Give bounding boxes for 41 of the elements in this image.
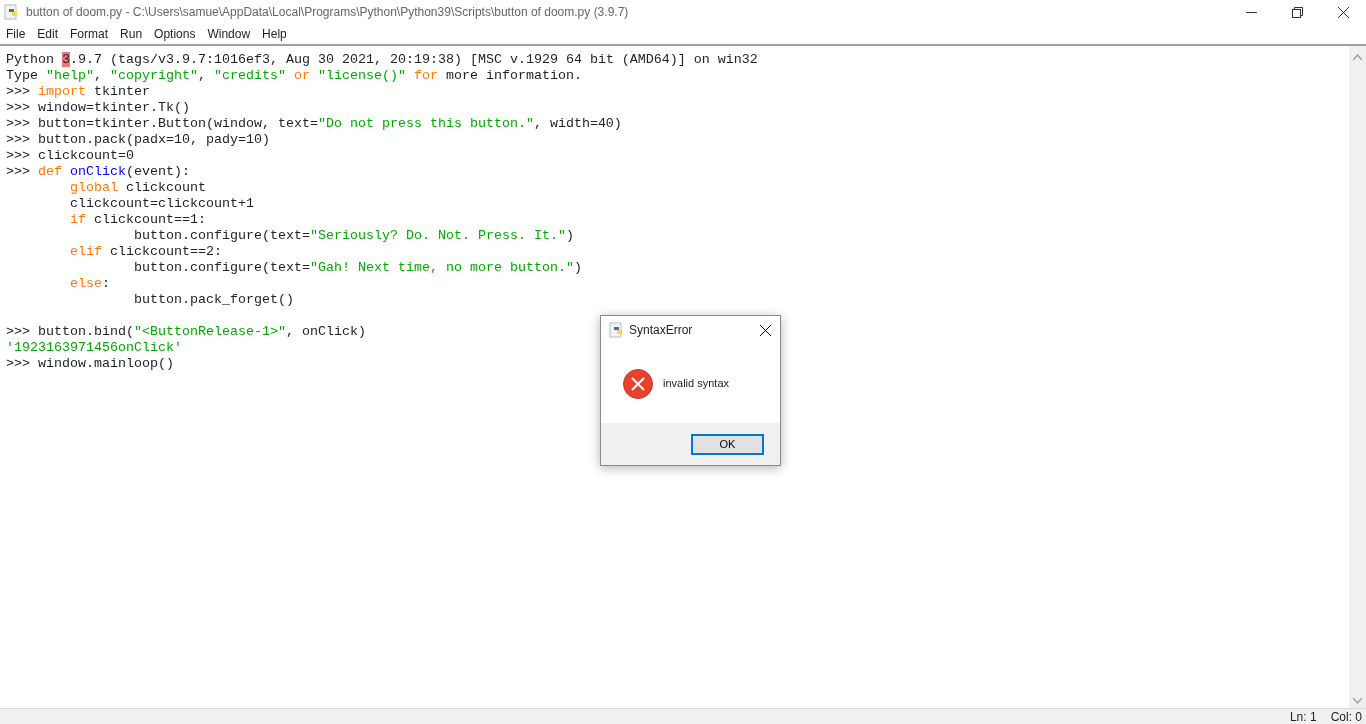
menu-item[interactable]: Window [201,25,257,43]
code-line: >>> window.mainloop() [6,356,174,372]
code-line: >>> window=tkinter.Tk() [6,100,190,116]
menu-item[interactable]: Edit [31,25,65,43]
code-line: button.pack_forget() [133,292,294,308]
line-number-status: Ln: 1 [1289,708,1317,724]
menu-item[interactable]: Format [64,25,115,43]
window-title: button of doom.py - C:\Users\samue\AppData\Local\Programs\Python\Python39\Scripts\button of doom.py (3.9.7) [26,4,629,21]
dialog-title: SyntaxError [629,322,693,339]
menu-item[interactable]: Help [256,25,293,43]
python-icon [609,322,625,338]
code-line: >>> def onClick(event): [6,164,190,180]
code-line: >>> button.bind("<ButtonRelease-1>", onClick) [6,324,366,340]
error-message: invalid syntax [663,376,730,392]
code-line: Python 3.9.7 (tags/v3.9.7:1016ef3, Aug 30 2021, 20:19:38) [MSC v.1929 64 bit (AMD64)] on win32 [6,52,758,68]
code-line: >>> button.pack(padx=10, pady=10) [6,132,270,148]
code-line: button.configure(text="Seriously? Do. Not. Press. It.") [133,228,574,244]
column-status: Col: 0 [1330,708,1362,724]
code-line: >>> clickcount=0 [6,148,134,164]
code-line: elif clickcount==2: [69,244,222,260]
python-icon [4,4,20,20]
code-line: '1923163971456onClick' [6,340,182,356]
ok-button[interactable]: OK [691,433,764,455]
scroll-up-icon[interactable] [1353,54,1362,60]
code-line: button.configure(text="Gah! Next time, no more button.") [133,260,582,276]
menu-item[interactable]: Run [114,25,149,43]
code-line: >>> import tkinter [6,84,150,100]
error-icon [623,368,653,399]
restore-icon [1291,6,1303,18]
close-icon [1337,6,1349,18]
close-icon [759,324,771,336]
menu-item[interactable]: File [0,25,32,43]
code-line: clickcount=clickcount+1 [69,196,254,212]
code-line: if clickcount==1: [69,212,206,228]
scroll-down-icon[interactable] [1353,698,1362,704]
code-line: Type "help", "copyright", "credits" or "license()" for more information. [6,68,582,84]
code-line: else: [69,276,110,292]
menu-item[interactable]: Options [148,25,202,43]
code-line: global clickcount [69,180,206,196]
code-line: >>> button=tkinter.Button(window, text="Do not press this button.", width=40) [6,116,622,132]
minimize-icon [1245,11,1257,13]
